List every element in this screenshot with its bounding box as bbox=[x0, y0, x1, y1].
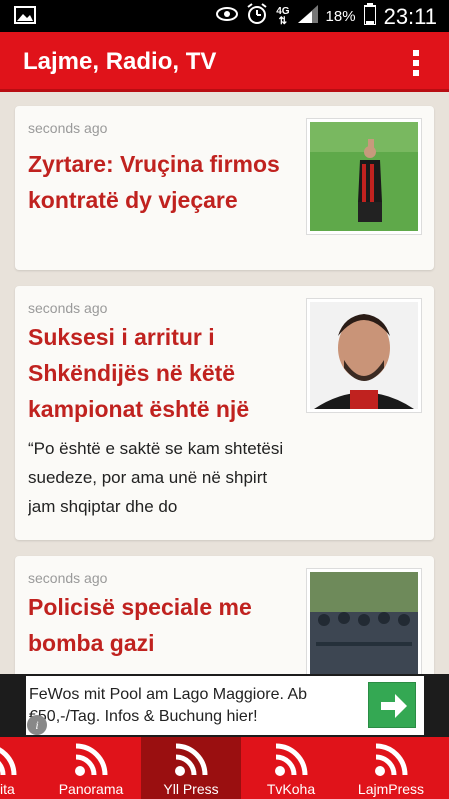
article-card[interactable]: seconds ago Zyrtare: Vruçina firmos kont… bbox=[15, 106, 434, 270]
tab-label: ita bbox=[0, 781, 15, 797]
bottom-nav: ita Panorama Yll Press TvKoha LajmPress bbox=[0, 737, 449, 799]
ad-banner[interactable]: FeWos mit Pool am Lago Maggiore. Ab €50,… bbox=[0, 674, 449, 737]
rss-icon bbox=[375, 743, 408, 776]
article-timestamp: seconds ago bbox=[28, 570, 108, 586]
overflow-menu-icon[interactable] bbox=[413, 50, 421, 76]
app-bar: Lajme, Radio, TV bbox=[0, 32, 449, 92]
network-type-label: 4G ⇅ bbox=[276, 5, 290, 27]
gallery-notification-icon bbox=[14, 6, 36, 29]
tab-label: LajmPress bbox=[357, 781, 425, 797]
battery-percent: 18% bbox=[325, 8, 356, 25]
tab-yll-press[interactable]: Yll Press bbox=[141, 737, 241, 799]
rss-icon bbox=[175, 743, 208, 776]
tab-lajmpress[interactable]: LajmPress bbox=[341, 737, 441, 799]
rss-icon bbox=[75, 743, 108, 776]
eye-icon bbox=[216, 6, 239, 27]
article-card[interactable]: seconds ago Policisë speciale me bomba g… bbox=[15, 556, 434, 674]
article-timestamp: seconds ago bbox=[28, 300, 108, 316]
article-excerpt: “Po është e saktë se kam shtetësi suedez… bbox=[28, 439, 284, 516]
article-title[interactable]: Policisë speciale me bomba gazi bbox=[28, 589, 298, 661]
article-title[interactable]: Suksesi i arritur i Shkëndijës në këtë k… bbox=[28, 319, 298, 427]
article-thumbnail[interactable] bbox=[306, 118, 422, 235]
article-title[interactable]: Zyrtare: Vruçina firmos kontratë dy vjeç… bbox=[28, 146, 298, 218]
signal-icon bbox=[297, 5, 318, 28]
ad-info-icon[interactable]: i bbox=[27, 715, 47, 735]
tab-label: Yll Press bbox=[163, 781, 219, 797]
tab-ita[interactable]: ita bbox=[0, 737, 40, 799]
rss-icon bbox=[0, 747, 17, 776]
tab-panorama[interactable]: Panorama bbox=[42, 737, 140, 799]
status-bar: 4G ⇅ 18% 23:11 bbox=[0, 0, 449, 32]
ad-text[interactable]: FeWos mit Pool am Lago Maggiore. Ab €50,… bbox=[29, 684, 349, 728]
tab-label: TvKoha bbox=[266, 781, 316, 797]
battery-icon bbox=[362, 3, 377, 30]
article-thumbnail[interactable] bbox=[306, 298, 422, 413]
news-feed[interactable]: seconds ago Zyrtare: Vruçina firmos kont… bbox=[0, 92, 449, 674]
arrow-right-icon[interactable] bbox=[368, 682, 416, 728]
article-timestamp: seconds ago bbox=[28, 120, 108, 136]
article-thumbnail[interactable] bbox=[306, 568, 422, 674]
app-title: Lajme, Radio, TV bbox=[23, 48, 217, 75]
clock: 23:11 bbox=[383, 3, 437, 29]
rss-icon bbox=[275, 743, 308, 776]
tab-tvkoha[interactable]: TvKoha bbox=[241, 737, 341, 799]
article-card[interactable]: seconds ago Suksesi i arritur i Shkëndij… bbox=[15, 286, 434, 540]
alarm-icon bbox=[246, 3, 268, 30]
tab-label: Panorama bbox=[58, 781, 124, 797]
